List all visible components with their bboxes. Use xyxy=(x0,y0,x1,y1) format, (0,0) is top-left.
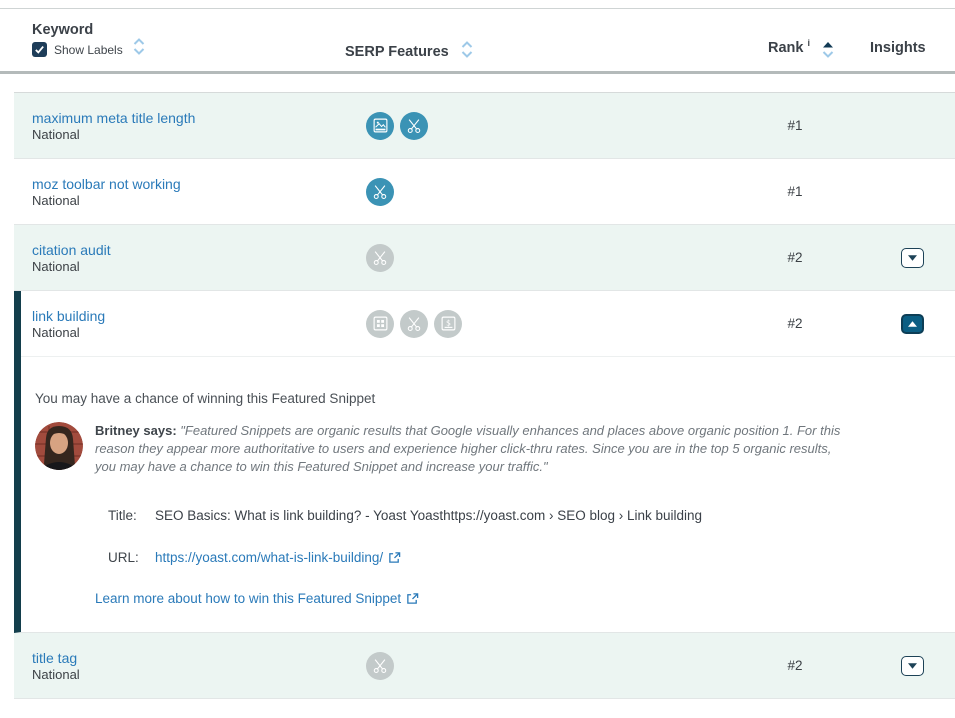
table-row: title tag National #2 xyxy=(14,633,955,699)
rank-sort-button[interactable] xyxy=(821,40,835,64)
image-pack-icon xyxy=(366,112,394,140)
insight-heading: You may have a chance of winning this Fe… xyxy=(35,391,931,406)
rank-value: #2 xyxy=(721,250,869,265)
keyword-scope: National xyxy=(32,193,352,208)
caret-up-icon xyxy=(908,321,917,327)
caret-down-icon xyxy=(908,255,917,261)
title-label: Title: xyxy=(108,508,148,523)
table-row: link building National xyxy=(21,291,955,357)
serp-features-header-label: SERP Features xyxy=(345,44,449,60)
sort-icon xyxy=(132,37,146,56)
table-row: maximum meta title length National xyxy=(14,93,955,159)
rank-header-label: Rank xyxy=(768,40,803,56)
featured-snippet-icon xyxy=(400,310,428,338)
avatar xyxy=(35,422,83,470)
keyword-sort-button[interactable] xyxy=(132,37,146,61)
sort-icon-active-ascending xyxy=(821,40,835,59)
keyword-link[interactable]: link building xyxy=(32,308,352,324)
featured-snippet-insight-panel: You may have a chance of winning this Fe… xyxy=(21,357,955,632)
url-label: URL: xyxy=(108,550,148,565)
show-labels-label: Show Labels xyxy=(54,43,123,57)
keyword-link[interactable]: title tag xyxy=(32,650,352,666)
rank-value: #2 xyxy=(721,658,869,673)
rank-value: #1 xyxy=(721,118,869,133)
caret-down-icon xyxy=(908,663,917,669)
sort-icon xyxy=(460,40,474,59)
keyword-link[interactable]: moz toolbar not working xyxy=(32,176,352,192)
keyword-link[interactable]: maximum meta title length xyxy=(32,110,352,126)
table-header: Keyword Show Labels SERP Features Rank i xyxy=(0,9,955,74)
featured-snippet-icon xyxy=(400,112,428,140)
svg-text:$: $ xyxy=(446,318,451,327)
learn-more-link-text: Learn more about how to win this Feature… xyxy=(95,591,401,606)
learn-more-link[interactable]: Learn more about how to win this Feature… xyxy=(95,591,419,606)
featured-snippet-icon xyxy=(366,178,394,206)
show-labels-checkbox[interactable] xyxy=(32,42,47,57)
title-value: SEO Basics: What is link building? - Yoa… xyxy=(155,508,702,523)
serp-features-column-header: SERP Features xyxy=(345,40,474,64)
related-questions-icon xyxy=(366,310,394,338)
keyword-link[interactable]: citation audit xyxy=(32,242,352,258)
keyword-table: maximum meta title length National xyxy=(14,92,955,699)
keyword-scope: National xyxy=(32,259,352,274)
checkmark-icon xyxy=(34,44,45,55)
serp-features-sort-button[interactable] xyxy=(460,40,474,64)
url-link[interactable]: https://yoast.com/what-is-link-building/ xyxy=(155,550,401,565)
rank-column-header: Rank i xyxy=(768,40,835,64)
rank-value: #2 xyxy=(721,316,869,331)
external-link-icon xyxy=(388,551,401,564)
external-link-icon xyxy=(406,592,419,605)
expanded-row-group: link building National xyxy=(14,291,955,633)
url-link-text: https://yoast.com/what-is-link-building/ xyxy=(155,550,383,565)
adwords-icon: $ xyxy=(434,310,462,338)
keyword-scope: National xyxy=(32,667,352,682)
table-row: citation audit National #2 xyxy=(14,225,955,291)
insight-quote: "Featured Snippets are organic results t… xyxy=(95,423,840,474)
featured-snippet-icon xyxy=(366,244,394,272)
featured-snippet-icon xyxy=(366,652,394,680)
keyword-column-header: Keyword Show Labels xyxy=(32,22,123,57)
rank-info-icon[interactable]: i xyxy=(807,38,810,48)
insights-collapse-button[interactable] xyxy=(901,314,924,334)
insights-column-header: Insights xyxy=(870,40,926,56)
insights-expand-button[interactable] xyxy=(901,248,924,268)
keyword-scope: National xyxy=(32,127,352,142)
keyword-scope: National xyxy=(32,325,352,340)
rank-value: #1 xyxy=(721,184,869,199)
keyword-header-label: Keyword xyxy=(32,22,123,38)
insights-expand-button[interactable] xyxy=(901,656,924,676)
table-row: moz toolbar not working National #1 xyxy=(14,159,955,225)
insight-author: Britney says: xyxy=(95,423,177,438)
